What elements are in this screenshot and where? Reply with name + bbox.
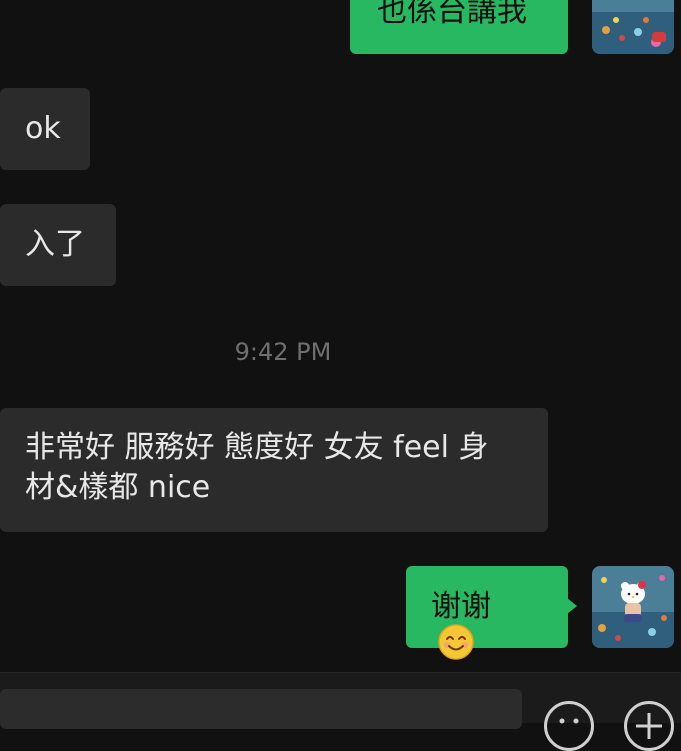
message-input-bar xyxy=(0,672,681,751)
chat-message-list[interactable]: 也係台講我 ok 入了 9:42 PM 非常好 服務好 態度好 女友 feel … xyxy=(0,0,681,672)
message-timestamp: 9:42 PM xyxy=(234,338,332,366)
avatar-image xyxy=(592,566,674,648)
emoji-face-icon[interactable] xyxy=(544,701,594,751)
message-text: 也係台講我 xyxy=(377,0,527,29)
message-input[interactable] xyxy=(0,689,522,729)
outgoing-message-bubble[interactable]: 谢谢 xyxy=(406,566,577,660)
outgoing-message-bubble[interactable]: 也係台講我 xyxy=(350,0,568,54)
message-text-line: 材&樣都 nice xyxy=(25,470,211,505)
avatar-image xyxy=(592,0,674,54)
message-text: 谢谢 xyxy=(431,589,491,624)
message-text: ok xyxy=(25,111,61,146)
incoming-message-bubble[interactable]: ok xyxy=(0,88,90,170)
add-icon[interactable] xyxy=(624,701,674,751)
message-text: 入了 xyxy=(25,227,85,262)
avatar[interactable] xyxy=(592,566,674,648)
bubble-tail xyxy=(567,598,577,614)
incoming-message-bubble[interactable]: 非常好 服務好 態度好 女友 feel 身 材&樣都 nice xyxy=(0,408,548,532)
avatar[interactable] xyxy=(592,0,674,54)
smiling-face-emoji-icon xyxy=(437,623,475,672)
message-text-line: 非常好 服務好 態度好 女友 feel 身 xyxy=(25,430,489,465)
incoming-message-bubble[interactable]: 入了 xyxy=(0,204,116,286)
